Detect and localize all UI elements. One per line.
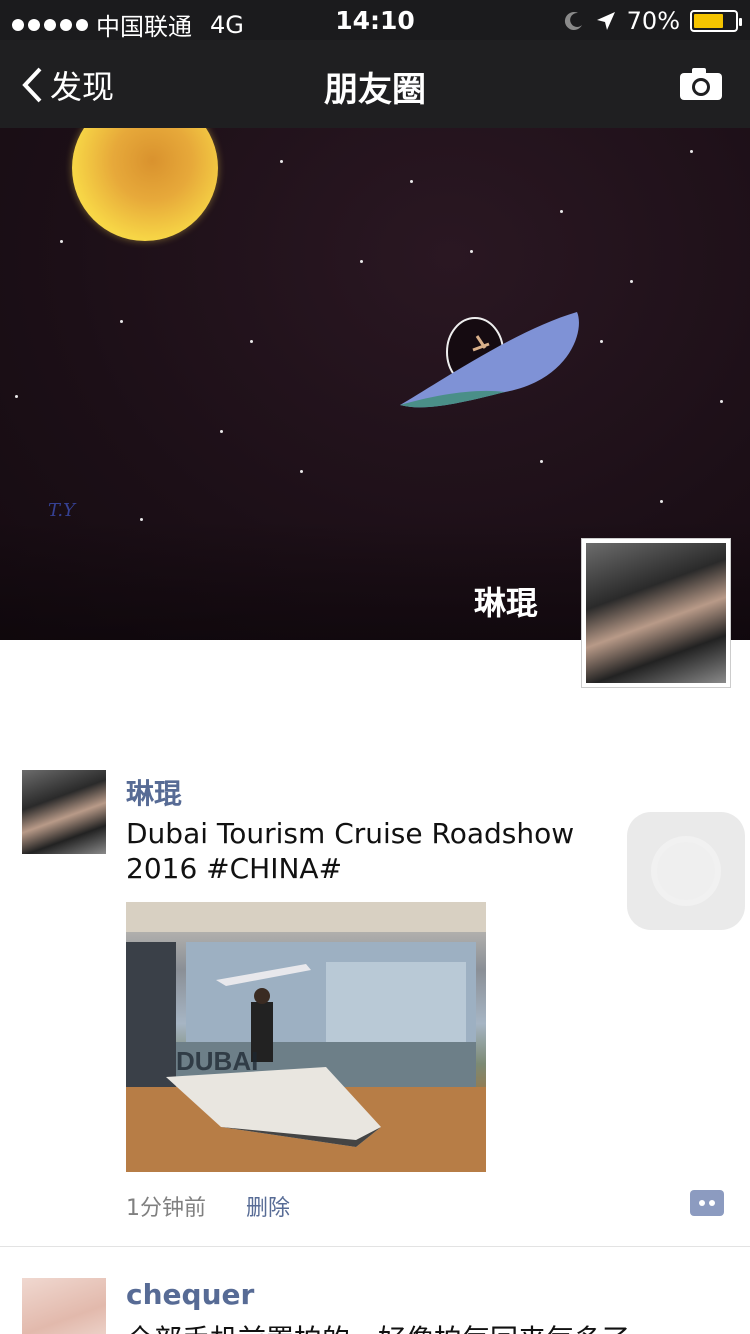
post-meta: 1分钟前 删除 [126, 1190, 290, 1222]
page-title: 朋友圈 [324, 70, 426, 110]
post-author[interactable]: 琳琨 [126, 772, 182, 812]
moment-post: chequer 全部手机前置拍的，好像拍每回来每多了 [0, 1278, 750, 1334]
location-arrow-icon [596, 12, 615, 30]
star [470, 250, 473, 253]
battery-percent: 70% [626, 7, 680, 35]
star [560, 210, 563, 213]
star [600, 340, 603, 343]
comment-menu-icon[interactable] [690, 1190, 724, 1216]
post-photo-content: DUBAI [126, 902, 486, 1172]
star [720, 400, 723, 403]
ufo-illustration [400, 312, 579, 408]
star [60, 240, 63, 243]
post-time: 1分钟前 [126, 1196, 206, 1221]
star [120, 320, 123, 323]
cover-user-name: 琳琨 [473, 584, 538, 622]
photo-sign-text: DUBAI [176, 1046, 258, 1076]
delete-link[interactable]: 删除 [246, 1190, 290, 1222]
camera-icon[interactable] [678, 66, 724, 102]
post-photo[interactable]: DUBAI [126, 902, 486, 1172]
cover-avatar[interactable] [581, 538, 731, 688]
star [280, 160, 283, 163]
star [250, 340, 253, 343]
star [220, 430, 223, 433]
nav-bar: 发现 朋友圈 [0, 40, 750, 128]
moon-icon [564, 12, 582, 31]
star [410, 180, 413, 183]
star [690, 150, 693, 153]
star [15, 395, 18, 398]
post-author[interactable]: chequer [126, 1278, 254, 1311]
avatar-image [22, 770, 106, 854]
star [300, 470, 303, 473]
assistive-touch-icon [657, 842, 715, 900]
avatar-image [586, 543, 726, 683]
post-divider [0, 1246, 750, 1247]
avatar-image [22, 1278, 106, 1334]
assistive-touch-button[interactable] [627, 812, 745, 930]
star [540, 460, 543, 463]
star [360, 260, 363, 263]
star [630, 280, 633, 283]
post-text: Dubai Tourism Cruise Roadshow 2016 #CHIN… [126, 817, 575, 885]
post-avatar[interactable] [22, 1278, 106, 1334]
post-avatar[interactable] [22, 770, 106, 854]
battery-icon [690, 10, 742, 32]
post-text: 全部手机前置拍的，好像拍每回来每多了 [126, 1322, 630, 1334]
status-bar: 中国联通 4G 14:10 70% [0, 0, 750, 41]
artist-signature: T.Y [48, 500, 75, 521]
star [660, 500, 663, 503]
